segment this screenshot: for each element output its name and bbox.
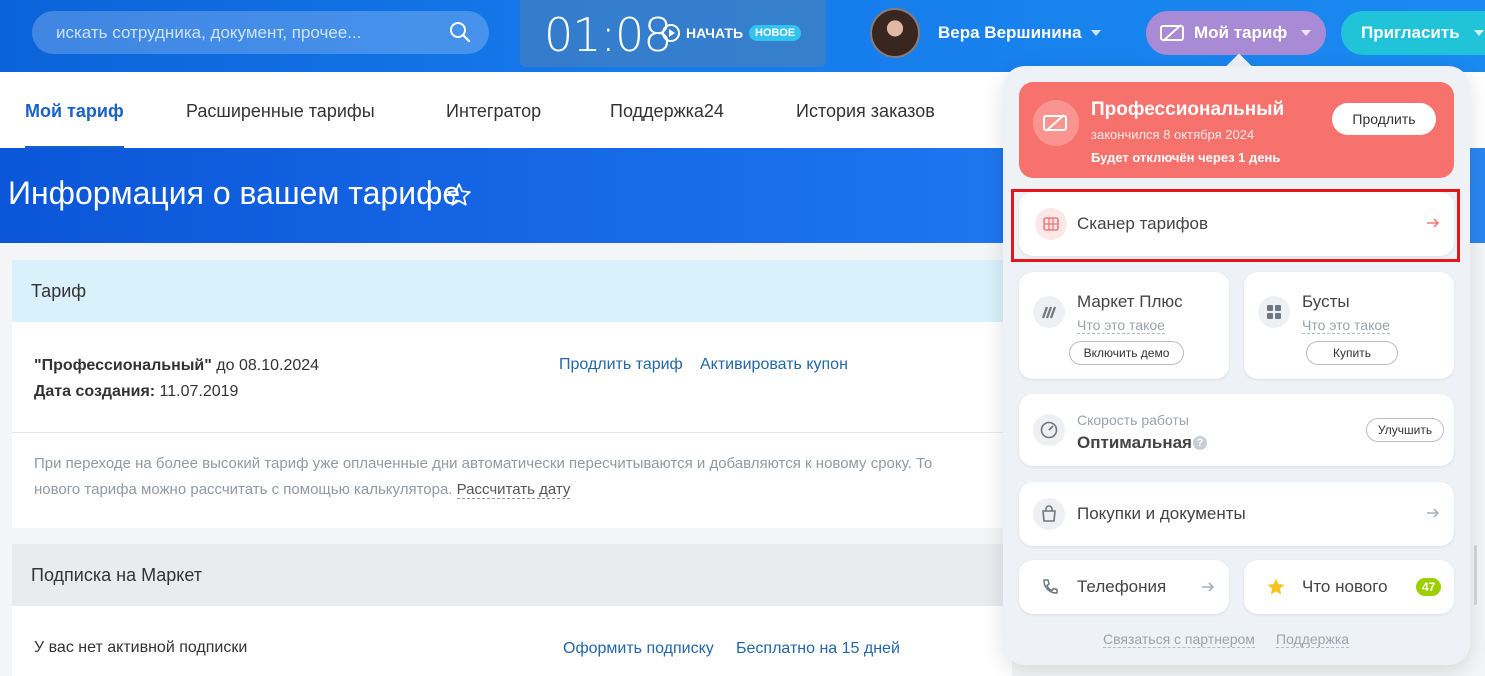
trial-link[interactable]: Бесплатно на 15 дней bbox=[736, 640, 900, 658]
buy-button[interactable]: Купить bbox=[1306, 341, 1398, 365]
speed-card[interactable]: Скорость работы Оптимальная ? Улучшить bbox=[1019, 394, 1454, 466]
chevron-down-icon bbox=[1473, 30, 1484, 36]
my-tariff-label: Мой тариф bbox=[1194, 23, 1288, 42]
page-title: Информация о вашем тарифе bbox=[8, 175, 461, 211]
avatar[interactable] bbox=[870, 8, 920, 58]
timer-time: 01:08 bbox=[544, 8, 673, 62]
created-value: 11.07.2019 bbox=[155, 383, 239, 400]
timer-start-label: НАЧАТЬ bbox=[686, 25, 744, 41]
work-timer[interactable]: 01:08 НАЧАТЬ НОВОЕ bbox=[520, 0, 826, 67]
top-bar: 01:08 НАЧАТЬ НОВОЕ Вера Вершинина Мой та… bbox=[0, 0, 1485, 72]
tab-support24[interactable]: Поддержка24 bbox=[610, 101, 724, 122]
pro-plan-disable: Будет отключён через 1 день bbox=[1091, 150, 1281, 165]
subscribe-link[interactable]: Оформить подписку bbox=[563, 640, 714, 658]
search-input[interactable] bbox=[56, 22, 436, 43]
tab-my-tariff[interactable]: Мой тариф bbox=[25, 101, 124, 149]
created-label: Дата создания: bbox=[34, 383, 156, 400]
boosts-icon bbox=[1258, 296, 1290, 328]
extend-button[interactable]: Продлить bbox=[1332, 103, 1436, 135]
pro-plan-title: Профессиональный bbox=[1091, 99, 1285, 120]
chevron-down-icon bbox=[1091, 30, 1102, 36]
boosts-title: Бусты bbox=[1302, 292, 1350, 311]
star-icon bbox=[1267, 578, 1285, 595]
my-tariff-button[interactable]: Мой тариф bbox=[1146, 11, 1326, 55]
calc-date-link[interactable]: Рассчитать дату bbox=[456, 481, 571, 499]
market-plus-icon bbox=[1033, 296, 1065, 328]
help-icon[interactable]: ? bbox=[1193, 436, 1207, 450]
boosts-what-link[interactable]: Что это такое bbox=[1302, 317, 1390, 334]
invite-button[interactable]: Пригласить bbox=[1341, 11, 1485, 55]
created-line: Дата создания: 11.07.2019 bbox=[34, 383, 238, 401]
shopping-bag-icon bbox=[1033, 498, 1065, 530]
user-name: Вера Вершинина bbox=[938, 23, 1082, 42]
tab-integrator[interactable]: Интегратор bbox=[446, 101, 541, 122]
tariff-off-icon bbox=[1033, 100, 1079, 146]
highlight-frame bbox=[1011, 189, 1460, 262]
tab-extended-tariffs[interactable]: Расширенные тарифы bbox=[186, 101, 375, 122]
search-box[interactable] bbox=[32, 11, 489, 54]
new-badge: НОВОЕ bbox=[749, 25, 802, 41]
support-link[interactable]: Поддержка bbox=[1276, 631, 1350, 648]
boosts-card[interactable]: Бусты Что это такое Купить bbox=[1244, 272, 1454, 379]
scrollbar[interactable] bbox=[1474, 545, 1477, 605]
improve-button[interactable]: Улучшить bbox=[1366, 418, 1444, 442]
purchases-item[interactable]: Покупки и документы bbox=[1019, 482, 1454, 546]
contact-partner-link[interactable]: Связаться с партнером bbox=[1103, 631, 1255, 648]
plan-name: "Профессиональный" bbox=[34, 357, 212, 374]
phone-icon bbox=[1043, 579, 1058, 594]
speedometer-icon bbox=[1033, 414, 1065, 446]
tariff-note-line1: При переходе на более высокий тариф уже … bbox=[34, 455, 933, 472]
enable-demo-button[interactable]: Включить демо bbox=[1069, 341, 1184, 365]
search-icon[interactable] bbox=[449, 21, 471, 43]
whats-new-label: Что нового bbox=[1302, 577, 1388, 596]
market-plus-what-link[interactable]: Что это такое bbox=[1077, 317, 1165, 334]
tariff-icon bbox=[1160, 24, 1184, 42]
speed-value: Оптимальная bbox=[1077, 433, 1192, 452]
pro-plan-card[interactable]: Профессиональный закончился 8 октября 20… bbox=[1019, 82, 1454, 178]
pro-plan-ended: закончился 8 октября 2024 bbox=[1091, 127, 1255, 142]
tariff-note-line2: нового тарифа можно рассчитать с помощью… bbox=[34, 477, 571, 503]
user-menu[interactable]: Вера Вершинина bbox=[938, 23, 1102, 43]
chevron-down-icon bbox=[1301, 30, 1312, 36]
whats-new-count-badge: 47 bbox=[1416, 578, 1442, 596]
telephony-item[interactable]: Телефония bbox=[1019, 560, 1229, 614]
extend-tariff-link[interactable]: Продлить тариф bbox=[559, 356, 683, 374]
tariff-panel-heading: Тариф bbox=[12, 260, 1012, 322]
tab-order-history[interactable]: История заказов bbox=[796, 101, 935, 122]
tariff-dropdown: Профессиональный закончился 8 октября 20… bbox=[1003, 66, 1470, 665]
timer-start-button[interactable]: НАЧАТЬ НОВОЕ bbox=[662, 24, 802, 42]
plan-until: до 08.10.2024 bbox=[211, 357, 320, 374]
whats-new-item[interactable]: Что нового 47 bbox=[1244, 560, 1454, 614]
star-icon[interactable] bbox=[446, 182, 472, 208]
play-icon bbox=[662, 24, 680, 42]
market-panel-heading: Подписка на Маркет bbox=[12, 544, 1012, 606]
speed-label: Скорость работы bbox=[1077, 412, 1189, 428]
invite-label: Пригласить bbox=[1361, 23, 1460, 42]
telephony-label: Телефония bbox=[1077, 577, 1167, 596]
divider bbox=[12, 432, 1012, 433]
tariff-note-text: нового тарифа можно рассчитать с помощью… bbox=[34, 481, 457, 498]
plan-line: "Профессиональный" до 08.10.2024 bbox=[34, 357, 319, 375]
market-plus-title: Маркет Плюс bbox=[1077, 292, 1183, 311]
market-status: У вас нет активной подписки bbox=[34, 639, 248, 656]
arrow-right-icon bbox=[1202, 582, 1215, 592]
activate-coupon-link[interactable]: Активировать купон bbox=[700, 356, 848, 374]
market-plus-card[interactable]: Маркет Плюс Что это такое Включить демо bbox=[1019, 272, 1229, 379]
purchases-label: Покупки и документы bbox=[1077, 504, 1246, 523]
arrow-right-icon bbox=[1427, 508, 1440, 518]
